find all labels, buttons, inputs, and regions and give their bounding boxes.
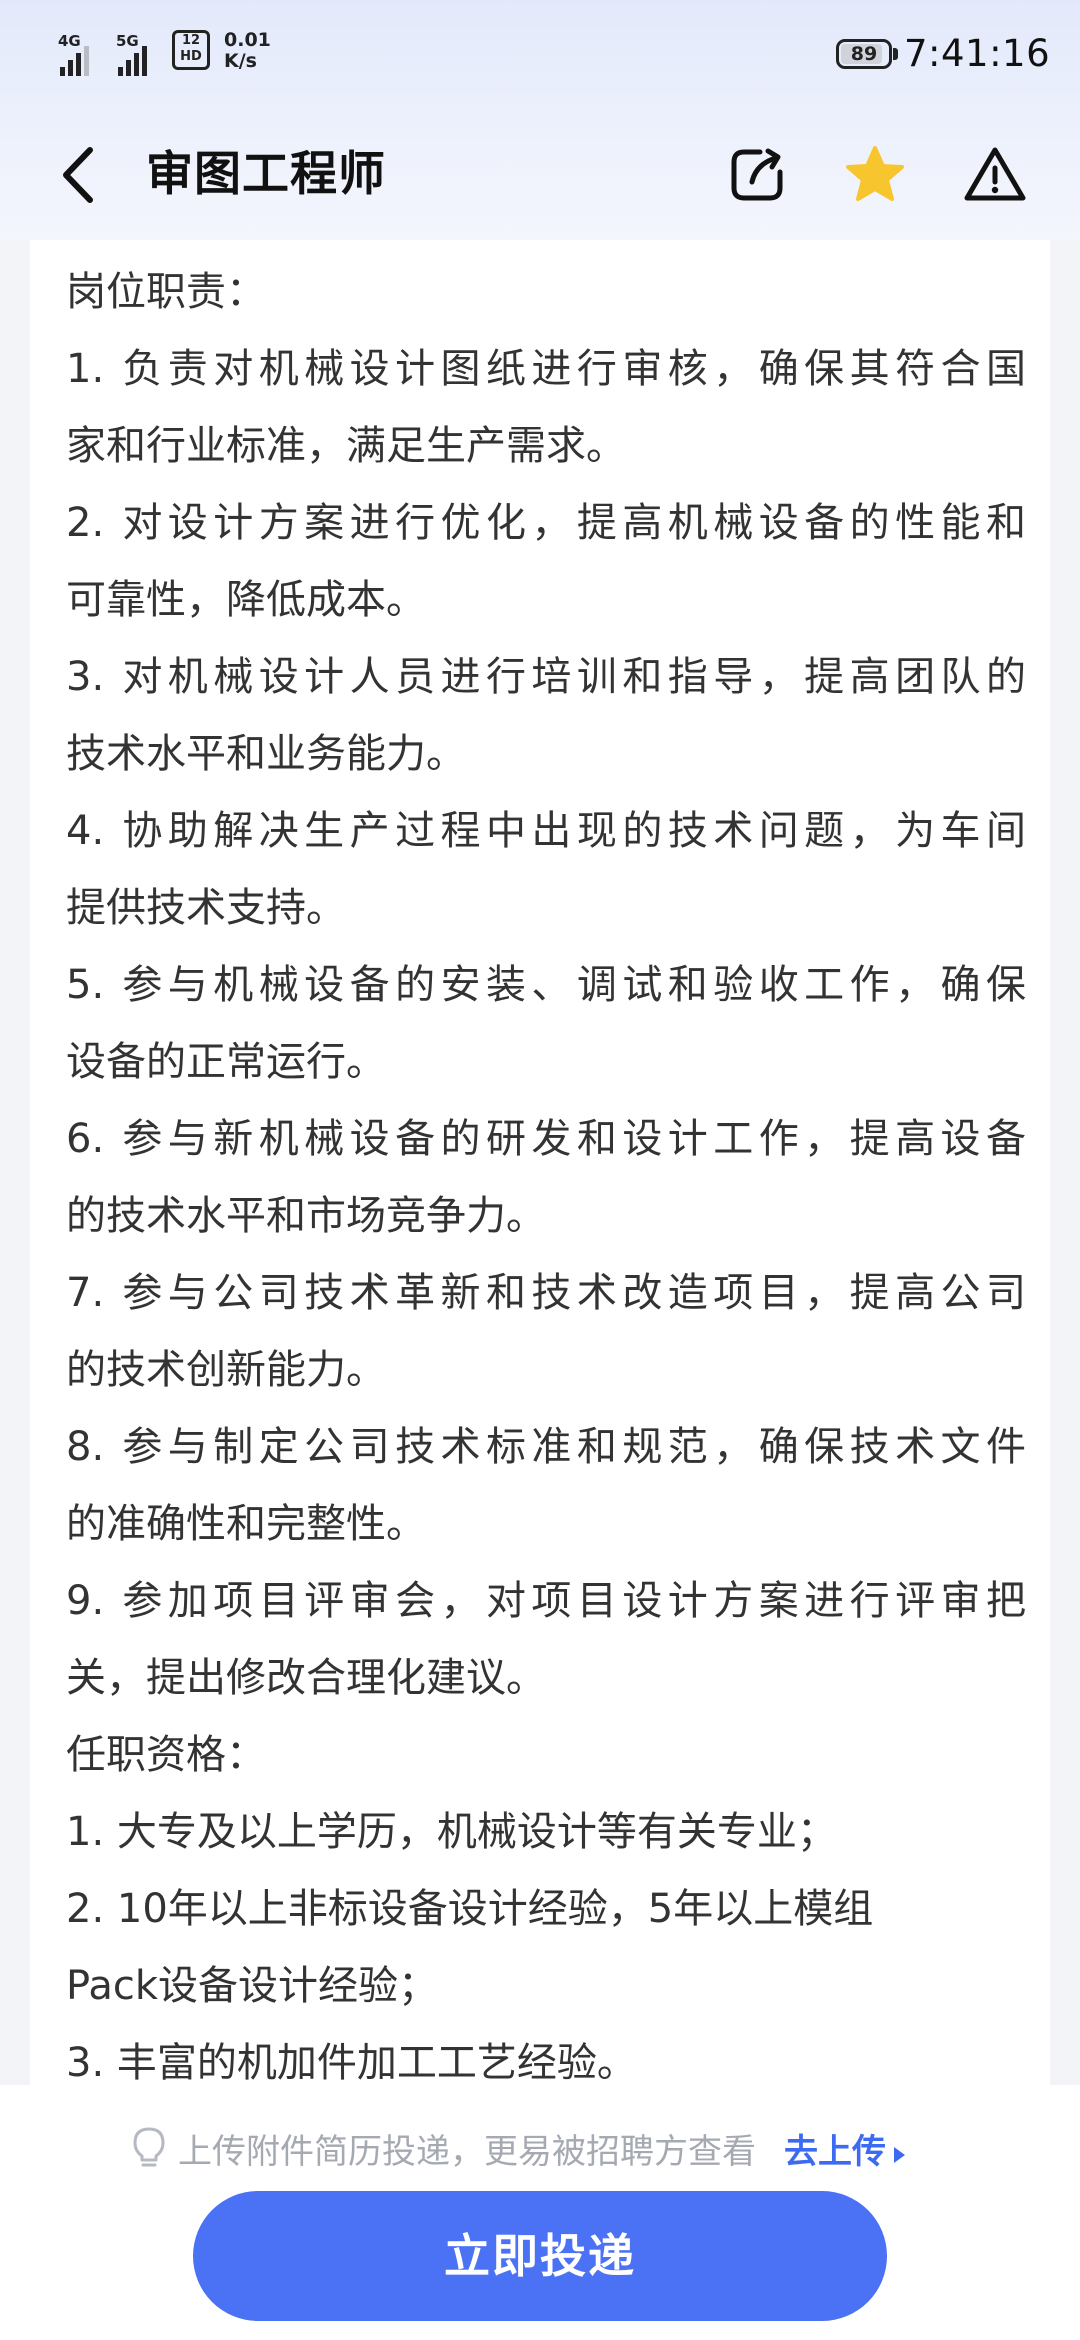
upload-tip: 上传附件简历投递，更易被招聘方查看 去上传	[132, 2123, 905, 2173]
hd-voice-icon: 12 HD	[172, 30, 210, 70]
description-line: Pack设备设计经验；	[66, 1963, 438, 2009]
upload-link[interactable]: 去上传	[784, 2124, 905, 2173]
description-line: 8. 参与制定公司技术标准和规范，确保技术文件	[66, 1424, 1026, 1470]
description-line: 6. 参与新机械设备的研发和设计工作，提高设备	[66, 1116, 1026, 1162]
star-icon	[846, 146, 904, 201]
share-button[interactable]	[724, 142, 790, 208]
arrow-right-icon	[894, 2146, 905, 2163]
section-heading-qualifications: 任职资格：	[66, 1732, 266, 1778]
description-line: 9. 参加项目评审会，对项目设计方案进行评审把	[66, 1578, 1026, 1624]
back-arrow-icon	[63, 147, 93, 203]
status-bar: 4G 5G 12 HD 0.01 K/s 89 7:41:16	[0, 0, 1080, 110]
network-speed-unit: K/s	[224, 50, 257, 72]
description-line: 提供技术支持。	[66, 885, 346, 931]
share-icon	[731, 148, 783, 201]
hd-digits: 12	[181, 33, 201, 48]
battery-tip	[893, 48, 898, 60]
description-line: 4. 协助解决生产过程中出现的技术问题，为车间	[66, 808, 1026, 854]
description-line: 的技术创新能力。	[66, 1347, 386, 1393]
description-line: 2. 对设计方案进行优化，提高机械设备的性能和	[66, 500, 1026, 546]
page-title: 审图工程师	[146, 147, 386, 202]
description-line: 关，提出修改合理化建议。	[66, 1655, 546, 1701]
upload-tip-text: 上传附件简历投递，更易被招聘方查看	[178, 2131, 756, 2172]
description-line: 1. 负责对机械设计图纸进行审核，确保其符合国	[66, 346, 1026, 392]
description-line: 3. 对机械设计人员进行培训和指导，提高团队的	[66, 654, 1026, 700]
battery-icon: 89	[836, 39, 892, 69]
back-button[interactable]	[52, 142, 108, 208]
job-description: 岗位职责： 1. 负责对机械设计图纸进行审核，确保其符合国 家和行业标准，满足生…	[66, 254, 1026, 2102]
description-line: 技术水平和业务能力。	[66, 731, 466, 777]
description-line: 1. 大专及以上学历，机械设计等有关专业；	[66, 1809, 837, 1855]
description-line: 5. 参与机械设备的安装、调试和验收工作，确保	[66, 962, 1026, 1008]
description-line: 家和行业标准，满足生产需求。	[66, 423, 626, 469]
lightbulb-icon	[133, 2127, 165, 2167]
clock: 7:41:16	[904, 32, 1051, 75]
network-speed: 0.01 K/s	[224, 30, 271, 72]
favorite-button[interactable]	[842, 142, 908, 208]
section-heading-duties: 岗位职责：	[66, 269, 266, 315]
description-line: 设备的正常运行。	[66, 1039, 386, 1085]
description-line: 可靠性，降低成本。	[66, 577, 426, 623]
footer: 上传附件简历投递，更易被招聘方查看 去上传 立即投递	[0, 2085, 1080, 2340]
hd-label: HD	[180, 49, 202, 64]
battery-level: 89	[850, 43, 878, 65]
warning-icon	[964, 147, 1026, 201]
description-line: 2. 10年以上非标设备设计经验，5年以上模组	[66, 1886, 874, 1932]
upload-link-label: 去上传	[784, 2131, 886, 2172]
description-line: 7. 参与公司技术革新和技术改造项目，提高公司	[66, 1270, 1026, 1316]
description-line: 的技术水平和市场竞争力。	[66, 1193, 546, 1239]
left-gutter	[0, 240, 30, 2085]
network-speed-value: 0.01	[224, 29, 271, 51]
apply-button[interactable]: 立即投递	[193, 2191, 887, 2321]
report-button[interactable]	[962, 142, 1028, 208]
right-gutter	[1050, 240, 1080, 2085]
description-line: 的准确性和完整性。	[66, 1501, 426, 1547]
